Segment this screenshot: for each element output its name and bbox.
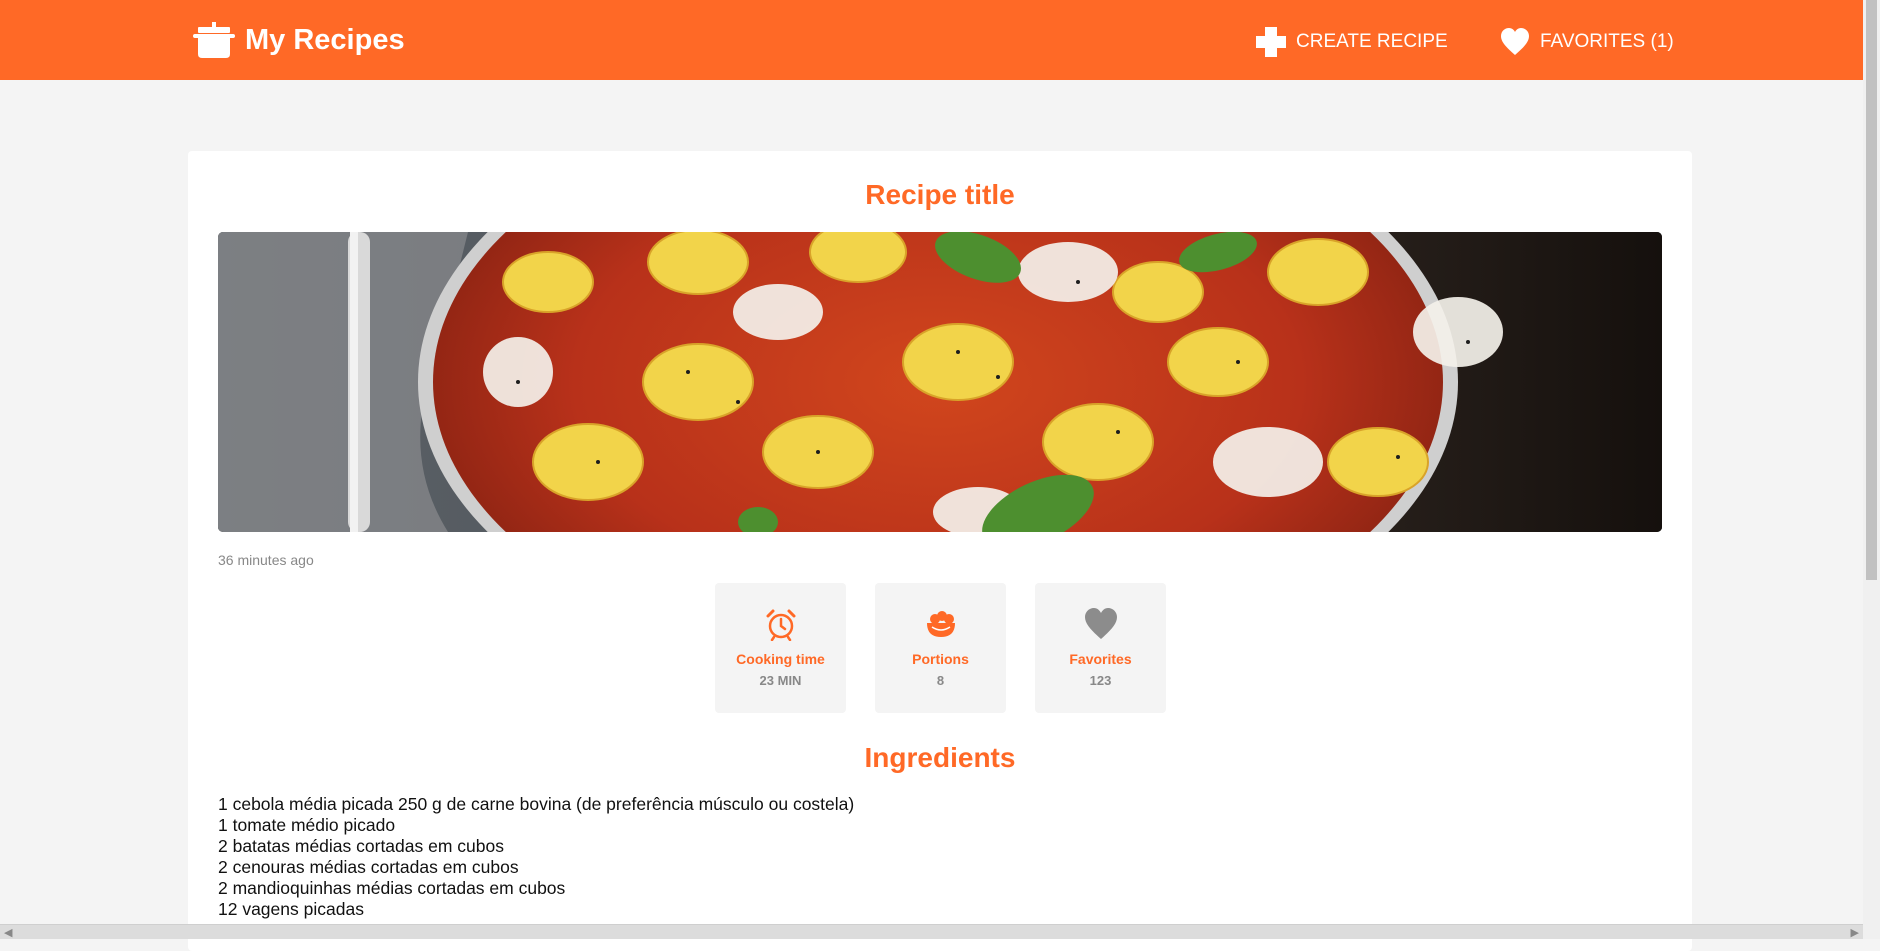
ingredients-list: 1 cebola média picada 250 g de carne bov… [218, 794, 854, 920]
stat-label: Portions [912, 651, 969, 667]
food-bowl-icon [926, 611, 955, 637]
plus-icon [1256, 27, 1286, 57]
stat-value: 8 [936, 673, 945, 688]
stat-favorites[interactable]: Favorites 123 [1035, 583, 1166, 713]
ingredient-item: 2 cenouras médias cortadas em cubos [218, 857, 519, 877]
create-recipe-button[interactable]: CREATE RECIPE [1256, 27, 1448, 57]
brand-logo[interactable]: My Recipes [193, 20, 405, 60]
brand-title: My Recipes [245, 23, 405, 56]
favorites-button[interactable]: FAVORITES (1) [1500, 27, 1674, 57]
stat-value: 23 MIN [759, 673, 802, 688]
stat-label: Cooking time [736, 651, 825, 667]
ingredient-item: 1 tomate médio picado [218, 815, 396, 835]
ingredient-item: 12 vagens picadas [218, 899, 364, 919]
vertical-scrollbar[interactable] [1863, 0, 1880, 939]
top-navbar: My Recipes CREATE RECIPE FAVORITES (1) [0, 0, 1863, 80]
cooking-pot-icon [193, 22, 235, 58]
stat-label: Favorites [1069, 651, 1132, 667]
heart-icon[interactable] [1084, 607, 1118, 641]
ingredient-item: 1 cebola média picada 250 g de carne bov… [218, 794, 855, 814]
recipe-image [218, 232, 1662, 532]
recipe-title: Recipe title [865, 179, 1015, 210]
ingredient-item: 2 mandioquinhas médias cortadas em cubos [218, 878, 566, 898]
stat-value: 123 [1089, 673, 1112, 688]
vertical-scrollbar-thumb[interactable] [1866, 0, 1877, 580]
recipe-stats: Cooking time 23 MIN Portions 8 Favorites… [715, 583, 1195, 713]
heart-icon [1501, 28, 1529, 55]
recipe-timestamp: 36 minutes ago [218, 552, 314, 568]
ingredient-item: 2 batatas médias cortadas em cubos [218, 836, 504, 856]
stat-cooking-time: Cooking time 23 MIN [715, 583, 846, 713]
recipe-card: Recipe title 36 minutes ago Cooking time… [188, 151, 1692, 951]
create-recipe-label: CREATE RECIPE [1296, 31, 1448, 52]
scroll-right-icon[interactable]: ▶ [1851, 926, 1859, 939]
recipe-photo-illustration [218, 232, 1662, 532]
favorites-label: FAVORITES (1) [1540, 31, 1674, 52]
scroll-left-icon[interactable]: ◀ [4, 926, 12, 939]
alarm-clock-icon [766, 609, 795, 641]
horizontal-scrollbar[interactable]: ◀ ▶ [0, 924, 1863, 939]
ingredients-heading: Ingredients [864, 742, 1016, 773]
stat-portions: Portions 8 [875, 583, 1006, 713]
